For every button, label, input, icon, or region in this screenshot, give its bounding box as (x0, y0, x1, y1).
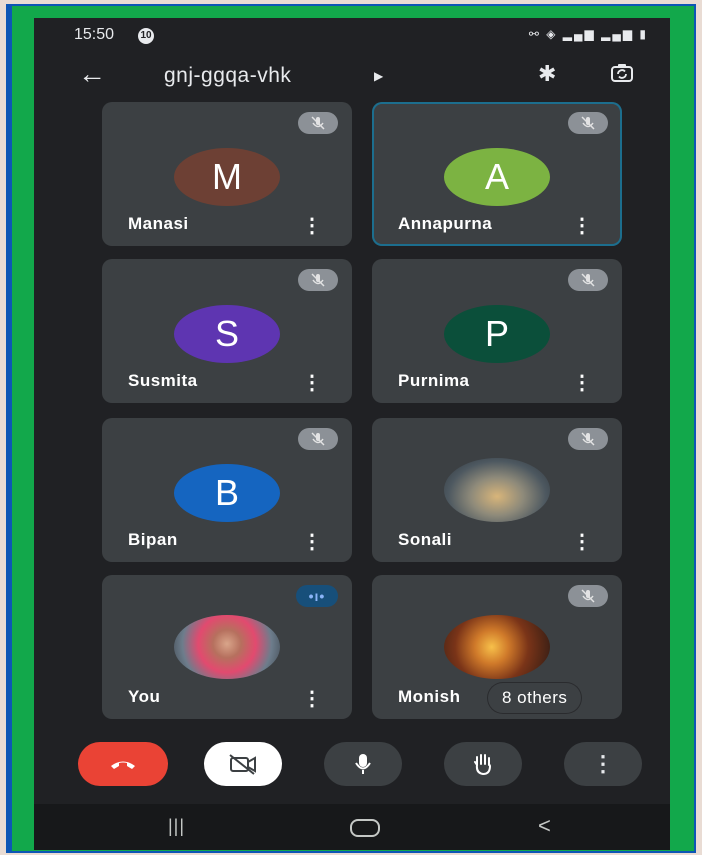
more-vert-icon[interactable]: ⋮ (572, 216, 592, 236)
participant-avatar: B (174, 464, 280, 522)
raise-hand-icon (474, 754, 492, 776)
more-vert-icon[interactable]: ⋮ (302, 532, 322, 552)
participant-tile[interactable]: S Susmita ⋮ (102, 259, 352, 403)
arrow-left-icon[interactable]: ← (78, 58, 106, 90)
camera-off-icon (229, 754, 256, 775)
android-nav-bar: ||| < (34, 804, 670, 850)
meeting-code[interactable]: gnj-ggqa-vhk (164, 64, 291, 88)
participant-name: Sonali (398, 530, 453, 549)
status-bar: 15:50 10 ⚯ ◈ ▂▄▆ ▂▄▆ ▮ (34, 18, 670, 52)
home-nav-icon[interactable] (350, 819, 380, 837)
more-vert-icon[interactable]: ⋮ (302, 689, 322, 709)
participant-name: Monish (398, 687, 461, 706)
participant-tile[interactable]: A Annapurna ⋮ (372, 102, 622, 246)
landscape-photo (444, 458, 550, 522)
notification-badge: 10 (138, 28, 154, 44)
mic-off-icon (298, 428, 338, 450)
microphone-button[interactable] (324, 742, 402, 786)
participant-avatar: P (444, 305, 550, 363)
raise-hand-button[interactable] (444, 742, 522, 786)
more-vert-icon[interactable]: ⋮ (572, 373, 592, 393)
mic-off-icon (298, 112, 338, 134)
recents-nav-icon[interactable]: ||| (168, 816, 185, 837)
person-photo (174, 615, 280, 679)
participant-name: Bipan (128, 530, 178, 549)
back-nav-icon[interactable]: < (538, 813, 551, 839)
participant-tile[interactable]: M Manasi ⋮ (102, 102, 352, 246)
participant-tile[interactable]: Sonali ⋮ (372, 418, 622, 562)
participant-avatar: M (174, 148, 280, 206)
others-count-pill[interactable]: 8 others (488, 683, 582, 713)
participant-tile[interactable]: •ı• You ⋮ (102, 575, 352, 719)
system-status-icons: ⚯ ◈ ▂▄▆ ▂▄▆ ▮ (528, 27, 648, 41)
phone-hangup-icon (111, 761, 135, 769)
participant-tile[interactable]: B Bipan ⋮ (102, 418, 352, 562)
mic-off-icon (568, 585, 608, 607)
microphone-icon (355, 754, 371, 774)
more-vert-icon[interactable]: ⋮ (302, 216, 322, 236)
end-call-button[interactable] (78, 742, 168, 786)
more-vert-icon[interactable]: ⋮ (302, 373, 322, 393)
bluetooth-icon[interactable]: ✱ (538, 61, 556, 87)
participant-tile[interactable]: P Purnima ⋮ (372, 259, 622, 403)
status-time: 15:50 (74, 26, 115, 43)
caret-right-icon[interactable]: ▶ (374, 69, 383, 83)
speaking-indicator-icon: •ı• (296, 585, 338, 607)
switch-camera-icon[interactable] (610, 62, 634, 84)
candles-photo (444, 615, 550, 679)
participant-name: Annapurna (398, 214, 493, 233)
participant-avatar: S (174, 305, 280, 363)
mic-off-icon (568, 112, 608, 134)
camera-toggle-button[interactable] (204, 742, 282, 786)
meeting-topbar: ← gnj-ggqa-vhk ▶ ✱ (34, 52, 670, 100)
more-vert-icon: ⋮ (592, 751, 614, 776)
participant-tile[interactable]: Monish 8 others (372, 575, 622, 719)
more-vert-icon[interactable]: ⋮ (572, 532, 592, 552)
more-options-button[interactable]: ⋮ (564, 742, 642, 786)
participant-name: Susmita (128, 371, 198, 390)
participant-name: You (128, 687, 161, 706)
participant-avatar: A (444, 148, 550, 206)
mic-off-icon (568, 269, 608, 291)
phone-screen: 15:50 10 ⚯ ◈ ▂▄▆ ▂▄▆ ▮ ← gnj-ggqa-vhk ▶ … (34, 18, 670, 850)
call-controls: ⋮ (34, 738, 670, 794)
participant-name: Manasi (128, 214, 189, 233)
mic-off-icon (568, 428, 608, 450)
participant-name: Purnima (398, 371, 470, 390)
mic-off-icon (298, 269, 338, 291)
